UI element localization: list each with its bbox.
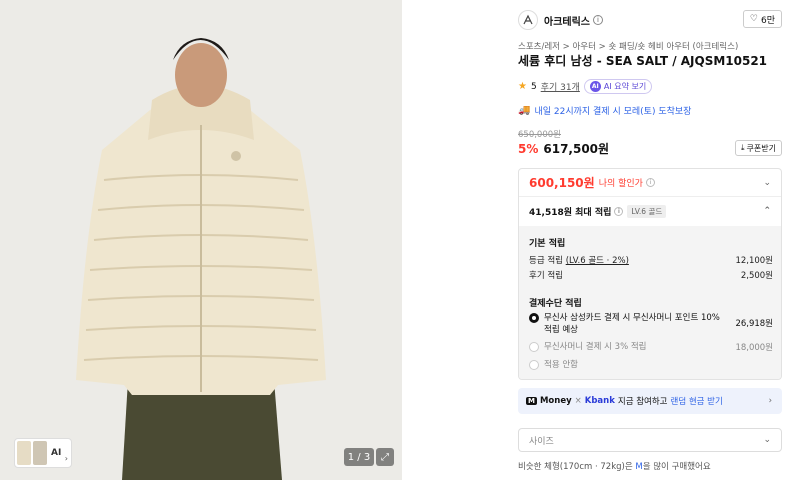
payment-points-title: 결제수단 적립 [529,299,582,309]
recommended-size: M [635,462,643,472]
delivery-text: 내일 22시까지 결제 시 모레(토) 도착보장 [534,107,692,117]
size-recommendation-prefix: 비슷한 체형(170cm · 72kg)은 [518,462,636,472]
heart-icon: ♡ [749,14,758,24]
brand-row: 아크테릭스 i ♡ 6만 [518,9,782,31]
product-title: 세륨 후디 남성 - SEA SALT / AJQSM10521 [518,54,768,68]
grade-points-value: 12,100원 [735,256,773,266]
size-recommendation-suffix: 을 많이 구매했어요 [642,462,711,472]
payment-option-value: 26,918원 [735,319,773,329]
brand-name[interactable]: 아크테릭스 [544,13,590,28]
review-points-label: 후기 적립 [529,271,563,281]
my-discount-row[interactable]: 600,150원 나의 할인가 i ⌄ [519,169,781,197]
sale-price: 617,500원 [543,142,610,156]
chevron-right-icon: › [768,396,772,406]
coupon-label: 쿠폰받기 [746,143,776,153]
download-icon: ⤓ [741,143,745,152]
banner-text: 지금 참여하고 [617,397,668,407]
product-info-panel: 아크테릭스 i ♡ 6만 스포츠/레저 > 아우터 > 숏 패딩/숏 헤비 아우… [518,0,782,480]
chevron-right-icon[interactable]: › [65,454,68,463]
level-badge: LV.6 골드 [627,204,667,218]
payment-option-label: 무신사머니 결제 시 3% 적립 [544,342,647,352]
product-page: AI › 1 / 3 ⤢ 아크테릭스 i ♡ 6만 스포츠/레저 > 아우터 >… [0,0,800,480]
grade-points-label: 등급 적립 (LV.6 골드 · 2%) [529,256,629,266]
truck-icon: 🚚 [518,105,531,116]
info-icon[interactable]: i [614,206,624,216]
points-max: 41,518원 최대 적립 [529,207,612,218]
size-recommendation: 비슷한 체형(170cm · 72kg)은 M을 많이 구매했어요 [518,460,711,472]
price-row: 5% 617,500원 [518,140,609,157]
ai-icon: AI [589,81,601,92]
my-discount-price: 600,150원 [529,176,595,190]
thumbnail-ai-label: AI [51,448,62,458]
rating-value: 5 [530,81,537,92]
money-label: Money [539,396,572,406]
like-count: 6만 [760,15,775,26]
thumbnail-image[interactable] [33,441,47,465]
delivery-info[interactable]: 🚚 내일 22시까지 결제 시 모레(토) 도착보장 [518,104,691,117]
kbank-label: Kbank [584,396,615,406]
size-select-placeholder: 사이즈 [529,436,554,447]
chevron-down-icon[interactable]: ⌄ [763,178,771,188]
coupon-button[interactable]: ⤓ 쿠폰받기 [735,140,782,156]
star-icon: ★ [518,81,527,92]
chevron-up-icon[interactable]: ⌃ [763,206,771,216]
kbank-banner[interactable]: M Money × Kbank 지금 참여하고 랜덤 현금 받기 › [518,388,782,414]
payment-option-value: 18,000원 [735,343,773,353]
rating-row: ★ 5 후기 31개 AI AI 요약 보기 [518,79,653,94]
original-price: 650,000원 [518,130,561,140]
radio-unselected[interactable] [529,342,539,352]
musinsa-money-logo: M [526,397,537,405]
payment-option[interactable]: 무신사머니 결제 시 3% 적립 18,000원 [529,341,773,353]
info-icon[interactable]: i [593,15,603,25]
payment-option-label: 적용 안함 [544,360,578,370]
ai-summary-label: AI 요약 보기 [603,82,647,91]
size-select[interactable]: 사이즈 ⌄ [518,428,782,452]
points-row[interactable]: 41,518원 최대 적립 i LV.6 골드 ⌃ [519,197,781,225]
like-button[interactable]: ♡ 6만 [742,10,782,28]
payment-option[interactable]: 적용 안함 [529,359,773,371]
expand-icon[interactable]: ⤢ [376,448,394,466]
product-gallery[interactable]: AI › 1 / 3 ⤢ [0,0,402,480]
reviews-link[interactable]: 후기 31개 [541,80,580,93]
brand-logo[interactable] [518,10,538,30]
times-label: × [574,396,582,406]
info-icon[interactable]: i [645,178,655,187]
breadcrumb[interactable]: 스포츠/레저 > 아우터 > 숏 패딩/숏 헤비 아우터 (아크테릭스) [518,40,738,52]
image-pager: 1 / 3 [344,448,374,466]
payment-option-label: 무신사 삼성카드 결제 시 무신사머니 포인트 10% 적립 예상 [544,313,720,335]
ai-summary-button[interactable]: AI AI 요약 보기 [583,79,653,94]
chevron-down-icon: ⌄ [763,435,771,445]
radio-selected[interactable] [529,313,539,323]
grade-level-link[interactable]: (LV.6 골드 · 2%) [566,256,629,266]
product-photo [0,0,402,480]
payment-option[interactable]: 무신사 삼성카드 결제 시 무신사머니 포인트 10% 적립 예상 26,918… [529,312,773,336]
basic-points-title: 기본 적립 [529,239,566,249]
banner-highlight: 랜덤 현금 받기 [670,397,723,407]
points-detail: 기본 적립 등급 적립 (LV.6 골드 · 2%) 12,100원 후기 적립… [519,226,781,379]
benefit-box: 600,150원 나의 할인가 i ⌄ 41,518원 최대 적립 i LV.6… [518,168,782,380]
discount-rate: 5% [518,142,539,156]
review-points-line: 후기 적립 2,500원 [529,269,773,281]
grade-points-line: 등급 적립 (LV.6 골드 · 2%) 12,100원 [529,254,773,266]
my-discount-label: 나의 할인가 [598,179,643,189]
radio-unselected[interactable] [529,360,539,370]
brand-logo-mark-icon [523,14,533,25]
thumbnail-strip[interactable]: AI › [14,438,72,468]
thumbnail-image[interactable] [17,441,31,465]
review-points-value: 2,500원 [740,271,773,281]
